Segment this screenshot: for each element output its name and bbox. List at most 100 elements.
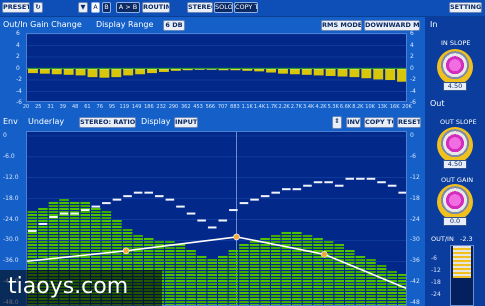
- underlay-bar-segment: [186, 292, 196, 294]
- underlay-bar-segment: [334, 247, 344, 249]
- gain-x-tick: 20K: [402, 104, 412, 110]
- underlay-bar-segment: [302, 271, 313, 273]
- underlay-bar-segment: [334, 244, 344, 246]
- underlay-bar-segment: [366, 265, 376, 267]
- underlay-bar-segment: [323, 244, 334, 246]
- underlay-bar-segment: [27, 220, 38, 222]
- gain-y-tick: -2: [410, 76, 416, 83]
- gain-x-tick: 48: [71, 104, 79, 110]
- display-select[interactable]: INPUT: [174, 117, 198, 128]
- underlay-bar-segment: [249, 265, 260, 267]
- a-to-b-button[interactable]: A > B: [116, 2, 140, 13]
- underlay-bar-segment: [270, 259, 281, 261]
- rms-mode-button[interactable]: RMS MODE: [321, 20, 362, 31]
- underlay-bar-segment: [69, 238, 80, 240]
- underlay-bar-segment: [48, 208, 59, 210]
- underlay-bar-segment: [122, 229, 133, 231]
- underlay-bar-segment: [260, 301, 270, 303]
- underlay-bar-segment: [345, 271, 355, 273]
- underlay-bar-segment: [313, 295, 323, 297]
- solo-button[interactable]: SOLO: [214, 2, 233, 13]
- underlay-bar-segment: [228, 271, 239, 273]
- underlay-bar-segment: [186, 262, 196, 264]
- underlay-bar-segment: [48, 262, 59, 264]
- underlay-bar-segment: [292, 259, 302, 261]
- settings-button[interactable]: SETTINGS: [449, 2, 482, 13]
- stereo-button[interactable]: STEREO: [187, 2, 213, 13]
- channel-b-button[interactable]: B: [102, 2, 111, 13]
- out-slope-knob[interactable]: [437, 127, 473, 163]
- underlay-bar-segment: [101, 226, 112, 228]
- underlay-bar-segment: [38, 226, 48, 228]
- underlay-bar-segment: [239, 265, 249, 267]
- undo-button[interactable]: ↻: [33, 2, 43, 13]
- underlay-bar-segment: [69, 202, 80, 204]
- in-slope-knob[interactable]: [437, 49, 473, 85]
- in-slope-value[interactable]: 4.50: [443, 82, 467, 91]
- inv-button[interactable]: INV: [346, 117, 361, 128]
- gain-x-tick: 119: [119, 104, 130, 110]
- env-y-tick: -42: [410, 278, 420, 286]
- underlay-bar-segment: [281, 295, 292, 297]
- envelope-node[interactable]: [122, 247, 130, 255]
- underlay-bar-segment: [260, 286, 270, 288]
- underlay-bar-segment: [175, 250, 186, 252]
- underlay-bar-segment: [376, 292, 387, 294]
- gain-x-tick: 6.6K: [339, 104, 352, 110]
- underlay-bar-segment: [80, 259, 90, 261]
- underlay-bar-segment: [302, 262, 313, 264]
- out-in-meter: [450, 245, 474, 306]
- underlay-bar-segment: [27, 262, 38, 264]
- env-section-title: Env: [3, 117, 18, 126]
- underlay-bar-segment: [38, 250, 48, 252]
- underlay-bar-segment: [239, 301, 249, 303]
- underlay-bar-segment: [249, 262, 260, 264]
- underlay-bar-segment: [175, 301, 186, 303]
- gain-x-tick: 362: [180, 104, 191, 110]
- underlay-bar-segment: [48, 226, 59, 228]
- underlay-bar-segment: [345, 277, 355, 279]
- underlay-bar-segment: [239, 286, 249, 288]
- underlay-bar-segment: [91, 259, 101, 261]
- underlay-bar-segment: [355, 280, 366, 282]
- underlay-bar-segment: [48, 220, 59, 222]
- envelope-node[interactable]: [320, 250, 328, 258]
- gain-change-graph[interactable]: [26, 33, 407, 102]
- underlay-bar-segment: [143, 250, 154, 252]
- underlay-bar-segment: [376, 298, 387, 300]
- underlay-bar-segment: [165, 247, 175, 249]
- underlay-bar-segment: [345, 268, 355, 270]
- env-spinner-button[interactable]: ⇕: [332, 116, 342, 129]
- underlay-bar-segment: [228, 256, 239, 258]
- underlay-select[interactable]: STEREO: RATIO: [79, 117, 136, 128]
- underlay-bar-segment: [302, 298, 313, 300]
- underlay-bar-segment: [59, 202, 69, 204]
- underlay-bar-segment: [249, 295, 260, 297]
- underlay-bar-segment: [196, 259, 207, 261]
- routing-button[interactable]: ROUTING: [142, 2, 170, 13]
- presets-button[interactable]: PRESETS: [2, 2, 30, 13]
- envelope-node[interactable]: [233, 233, 240, 241]
- underlay-bar-segment: [345, 250, 355, 252]
- underlay-bar-segment: [27, 241, 38, 243]
- out-gain-knob[interactable]: [437, 184, 473, 220]
- channel-a-button[interactable]: A: [91, 2, 100, 13]
- underlay-bar-segment: [397, 301, 406, 303]
- underlay-bar-segment: [302, 265, 313, 267]
- underlay-bar-segment: [154, 259, 165, 261]
- underlay-bar-segment: [27, 211, 38, 213]
- underlay-bar-segment: [27, 214, 38, 216]
- display-range-select[interactable]: 6 DB: [163, 20, 185, 31]
- out-slope-value[interactable]: 4.50: [443, 160, 467, 169]
- copy-to-button[interactable]: COPY TO: [234, 2, 258, 13]
- underlay-bar-segment: [27, 250, 38, 252]
- underlay-bar-segment: [112, 265, 122, 267]
- out-gain-value[interactable]: 0.0: [443, 217, 467, 226]
- reset-button[interactable]: RESET: [397, 117, 421, 128]
- underlay-bar-segment: [38, 214, 48, 216]
- underlay-bar-segment: [366, 283, 376, 285]
- underlay-bar-segment: [48, 247, 59, 249]
- underlay-bar-segment: [366, 259, 376, 261]
- env-copy-to-button[interactable]: COPY TO: [364, 117, 394, 128]
- channel-menu-button[interactable]: ▼: [78, 2, 88, 13]
